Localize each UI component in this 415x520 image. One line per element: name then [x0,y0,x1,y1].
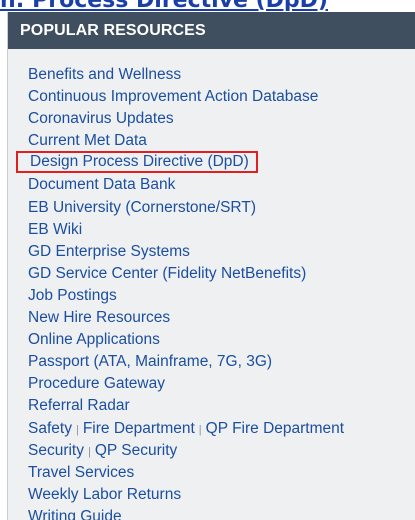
list-item: Writing Guide [8,506,415,520]
resource-link-fire-department[interactable]: Fire Department [83,420,195,437]
list-item: Referral Radar [8,395,415,417]
list-item: Security | QP Security [8,440,415,462]
resource-link-list: Benefits and Wellness Continuous Improvem… [8,49,415,520]
list-item: Document Data Bank [8,174,415,196]
resource-link-job-postings[interactable]: Job Postings [28,287,117,304]
link-separator: | [75,423,79,436]
resource-link-qp-fire-department[interactable]: QP Fire Department [206,420,344,437]
resource-link-online-applications[interactable]: Online Applications [28,331,160,348]
link-separator: | [198,423,202,436]
resource-link-weekly-labor-returns[interactable]: Weekly Labor Returns [28,486,181,503]
resource-link-procedure-gateway[interactable]: Procedure Gateway [28,375,165,392]
resource-link-benefits-and-wellness[interactable]: Benefits and Wellness [28,66,181,83]
page-title-link[interactable]: n: Process Directive (DpD) [0,0,415,11]
resource-link-passport-ata-mainframe-7g-3g[interactable]: Passport (ATA, Mainframe, 7G, 3G) [28,353,272,370]
resource-link-eb-wiki[interactable]: EB Wiki [28,221,82,238]
list-item: Online Applications [8,329,415,351]
list-item: Job Postings [8,285,415,307]
panel-title: POPULAR RESOURCES [8,12,415,49]
resource-link-gd-service-center-fidelity-netbenefits[interactable]: GD Service Center (Fidelity NetBenefits) [28,265,306,282]
resource-link-safety[interactable]: Safety [28,420,72,437]
list-item: Benefits and Wellness [8,64,415,86]
resource-link-security[interactable]: Security [28,442,84,459]
list-item: New Hire Resources [8,307,415,329]
resource-link-gd-enterprise-systems[interactable]: GD Enterprise Systems [28,243,190,260]
resource-link-document-data-bank[interactable]: Document Data Bank [28,176,175,193]
highlight-box: Design Process Directive (DpD) [16,151,258,174]
resource-link-design-process-directive-dpd[interactable]: Design Process Directive (DpD) [30,153,249,170]
list-item: Weekly Labor Returns [8,484,415,506]
resource-link-new-hire-resources[interactable]: New Hire Resources [28,309,170,326]
list-item: Current Met Data [8,130,415,152]
resource-link-eb-university-cornerstone-srt[interactable]: EB University (Cornerstone/SRT) [28,199,256,216]
popular-resources-panel: POPULAR RESOURCES Benefits and Wellness C… [7,12,415,520]
list-item: GD Service Center (Fidelity NetBenefits) [8,263,415,285]
list-item: Continuous Improvement Action Database [8,86,415,108]
resource-link-continuous-improvement-action-database[interactable]: Continuous Improvement Action Database [28,88,318,105]
list-item: GD Enterprise Systems [8,241,415,263]
resource-link-current-met-data[interactable]: Current Met Data [28,132,147,149]
list-item: Coronavirus Updates [8,108,415,130]
resource-link-coronavirus-updates[interactable]: Coronavirus Updates [28,110,174,127]
list-item: Procedure Gateway [8,373,415,395]
list-item: EB Wiki [8,219,415,241]
link-separator: | [88,445,91,458]
list-item: Travel Services [8,462,415,484]
resource-link-writing-guide[interactable]: Writing Guide [28,508,122,520]
resource-link-travel-services[interactable]: Travel Services [28,464,134,481]
list-item: Safety | Fire Department | QP Fire Departmen… [8,418,415,440]
list-item: Design Process Directive (DpD) [8,151,415,174]
list-item: Passport (ATA, Mainframe, 7G, 3G) [8,351,415,373]
list-item: EB University (Cornerstone/SRT) [8,197,415,219]
resource-link-referral-radar[interactable]: Referral Radar [28,397,130,414]
resource-link-qp-security[interactable]: QP Security [95,442,177,459]
